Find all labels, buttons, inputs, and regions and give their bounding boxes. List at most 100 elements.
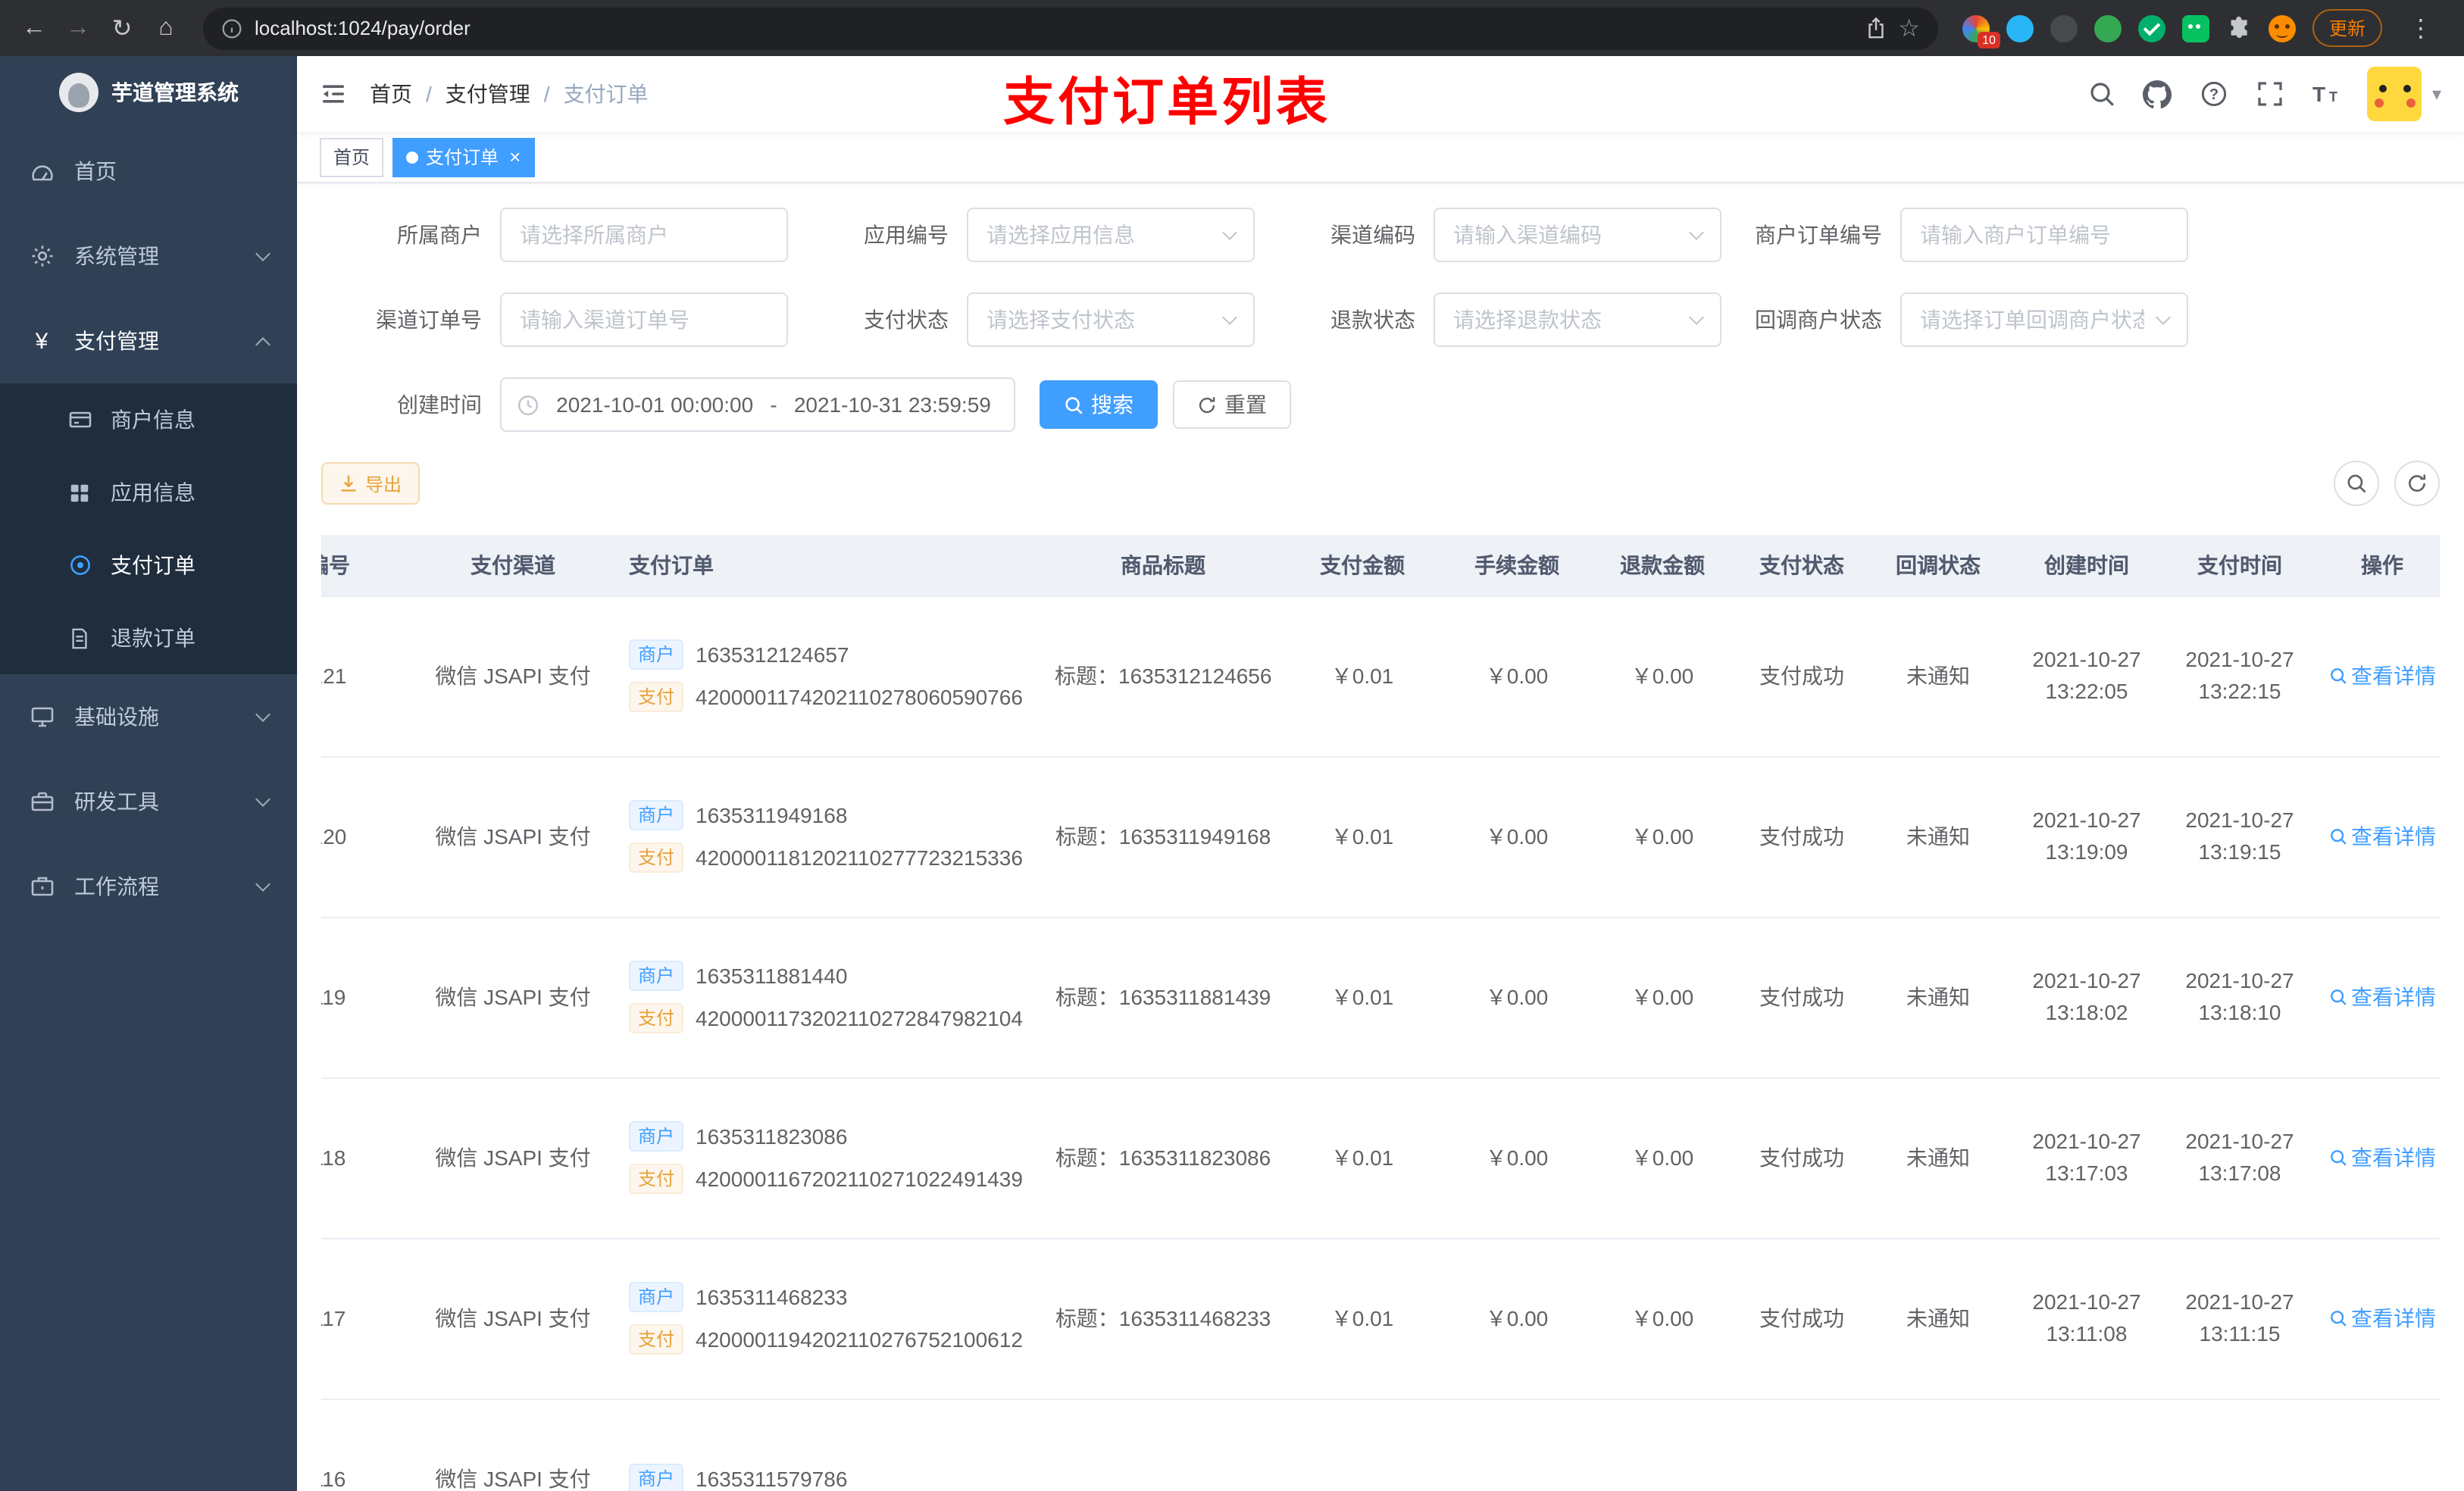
callback-status-select[interactable] bbox=[1900, 292, 2188, 347]
merchant-order-no-field[interactable] bbox=[1900, 208, 2188, 262]
sidebar-item-infrastructure[interactable]: 基础设施 bbox=[0, 674, 297, 759]
toolbox-icon bbox=[29, 789, 55, 814]
channel-code-select[interactable] bbox=[1434, 208, 1721, 262]
github-icon[interactable] bbox=[2143, 79, 2173, 109]
fee-amount: ￥0.00 bbox=[1485, 1306, 1549, 1330]
svg-text:?: ? bbox=[2209, 86, 2219, 103]
export-button[interactable]: 导出 bbox=[321, 462, 421, 505]
app-logo[interactable]: 芋道管理系统 bbox=[0, 56, 297, 129]
callback-status-field[interactable] bbox=[1900, 292, 2188, 347]
extension-icon[interactable] bbox=[2093, 14, 2122, 42]
share-icon[interactable] bbox=[1865, 17, 1886, 39]
sidebar-item-workflow[interactable]: 工作流程 bbox=[0, 844, 297, 929]
date-end[interactable]: 2021-10-31 23:59:59 bbox=[786, 392, 999, 417]
product-title: 标题：1635311468233 bbox=[1055, 1306, 1271, 1330]
paid-date: 2021-10-27 bbox=[2185, 1289, 2294, 1314]
date-start[interactable]: 2021-10-01 00:00:00 bbox=[549, 392, 761, 417]
annotation-title: 支付订单列表 bbox=[1003, 74, 1330, 132]
gear-icon bbox=[29, 243, 55, 269]
pay-status-field[interactable] bbox=[967, 292, 1255, 347]
extension-icon[interactable]: 10 bbox=[1962, 14, 2000, 48]
chrome-update-button[interactable]: 更新 bbox=[2312, 9, 2382, 47]
browser-profile-avatar[interactable] bbox=[2268, 14, 2296, 42]
browser-forward-button[interactable]: → bbox=[56, 6, 100, 50]
browser-menu-icon[interactable]: ⋮ bbox=[2399, 6, 2443, 50]
col-channel: 支付渠道 bbox=[412, 535, 614, 596]
sidebar-item-label: 首页 bbox=[74, 159, 117, 183]
url-text[interactable]: localhost:1024/pay/order bbox=[255, 17, 1853, 39]
breadcrumb-home[interactable]: 首页 bbox=[370, 79, 412, 109]
pay-order-no: 4200001194202110276752100612 bbox=[696, 1327, 1023, 1352]
toggle-search-icon[interactable] bbox=[2334, 461, 2379, 506]
sidebar-item-refund-order[interactable]: 退款订单 bbox=[0, 602, 297, 674]
site-info-icon[interactable] bbox=[221, 17, 242, 39]
tags-view-bar: 首页 支付订单 × bbox=[297, 132, 2464, 183]
pay-status-select[interactable] bbox=[967, 292, 1255, 347]
extensions-puzzle-icon[interactable] bbox=[2226, 15, 2252, 41]
tag-home[interactable]: 首页 bbox=[320, 137, 384, 177]
refund-status-field[interactable] bbox=[1434, 292, 1721, 347]
callback-status: 未通知 bbox=[1906, 985, 1970, 1009]
breadcrumb-parent[interactable]: 支付管理 bbox=[446, 79, 530, 109]
view-detail-link[interactable]: 查看详情 bbox=[2328, 1142, 2436, 1173]
document-icon bbox=[67, 625, 92, 651]
app-select[interactable] bbox=[967, 208, 1255, 262]
pay-channel: 微信 JSAPI 支付 bbox=[435, 1306, 591, 1330]
create-time-range-picker[interactable]: 2021-10-01 00:00:00 - 2021-10-31 23:59:5… bbox=[500, 377, 1015, 432]
merchant-order-no-input[interactable] bbox=[1900, 208, 2188, 262]
fullscreen-icon[interactable] bbox=[2255, 79, 2285, 109]
refund-amount: ￥0.00 bbox=[1631, 1306, 1694, 1330]
view-detail-link[interactable]: 查看详情 bbox=[2328, 661, 2436, 691]
col-paid: 支付时间 bbox=[2165, 535, 2314, 596]
chevron-down-icon bbox=[255, 876, 270, 891]
merchant-input[interactable] bbox=[500, 208, 788, 262]
col-id: 编号 bbox=[321, 535, 412, 596]
sidebar-item-home[interactable]: 首页 bbox=[0, 129, 297, 214]
font-size-icon[interactable]: TT bbox=[2311, 79, 2341, 109]
view-detail-link[interactable]: 查看详情 bbox=[2328, 1303, 2436, 1333]
sidebar-item-payment[interactable]: ¥ 支付管理 bbox=[0, 299, 297, 383]
tag-pay-order[interactable]: 支付订单 × bbox=[392, 137, 535, 177]
reset-button[interactable]: 重置 bbox=[1173, 380, 1291, 429]
fee-amount: ￥0.00 bbox=[1485, 824, 1549, 849]
refund-status-select[interactable] bbox=[1434, 292, 1721, 347]
search-button[interactable]: 搜索 bbox=[1040, 380, 1158, 429]
view-detail-link[interactable]: 查看详情 bbox=[2328, 821, 2436, 852]
help-icon[interactable]: ? bbox=[2199, 79, 2229, 109]
view-detail-link[interactable]: 查看详情 bbox=[2328, 982, 2436, 1012]
bookmark-star-icon[interactable]: ☆ bbox=[1898, 13, 1920, 43]
extension-icon[interactable] bbox=[2137, 14, 2165, 42]
sidebar-toggle-icon[interactable] bbox=[297, 56, 370, 132]
filter-label: 渠道订单号 bbox=[376, 308, 482, 332]
sidebar-item-pay-order[interactable]: 支付订单 bbox=[0, 529, 297, 602]
merchant-tag: 商户 bbox=[629, 800, 684, 830]
sidebar-item-merchant-info[interactable]: 商户信息 bbox=[0, 383, 297, 456]
extension-icon[interactable] bbox=[2050, 14, 2078, 42]
browser-home-button[interactable]: ⌂ bbox=[144, 6, 188, 50]
filter-channel-order-no: 渠道订单号 bbox=[321, 292, 788, 347]
channel-order-no-field[interactable] bbox=[500, 292, 788, 347]
pay-tag: 支付 bbox=[629, 1003, 684, 1033]
briefcase-icon bbox=[29, 874, 55, 899]
refresh-icon[interactable] bbox=[2394, 461, 2440, 506]
paid-time: 13:11:15 bbox=[2199, 1321, 2281, 1346]
close-icon[interactable]: × bbox=[509, 147, 521, 167]
avatar[interactable] bbox=[2366, 67, 2422, 121]
table-row: 117 微信 JSAPI 支付 商户 1635311468233 支付 420000… bbox=[321, 1238, 2440, 1399]
extension-badge: 10 bbox=[1978, 31, 2000, 48]
address-bar[interactable]: localhost:1024/pay/order ☆ bbox=[203, 7, 1938, 49]
extension-icon[interactable] bbox=[2006, 14, 2034, 42]
search-icon[interactable] bbox=[2087, 79, 2117, 109]
app-select-field[interactable] bbox=[967, 208, 1255, 262]
channel-code-field[interactable] bbox=[1434, 208, 1721, 262]
pay-order-no: 4200001167202110271022491439 bbox=[696, 1167, 1023, 1191]
merchant-input-field[interactable] bbox=[500, 208, 788, 262]
extension-icon[interactable] bbox=[2181, 14, 2209, 42]
sidebar-item-system[interactable]: 系统管理 bbox=[0, 214, 297, 299]
sidebar-item-dev-tools[interactable]: 研发工具 bbox=[0, 759, 297, 844]
browser-back-button[interactable]: ← bbox=[12, 6, 56, 50]
user-menu[interactable]: ▾ bbox=[2366, 67, 2441, 121]
browser-reload-button[interactable]: ↻ bbox=[100, 6, 144, 50]
channel-order-no-input[interactable] bbox=[500, 292, 788, 347]
sidebar-item-app-info[interactable]: 应用信息 bbox=[0, 456, 297, 529]
